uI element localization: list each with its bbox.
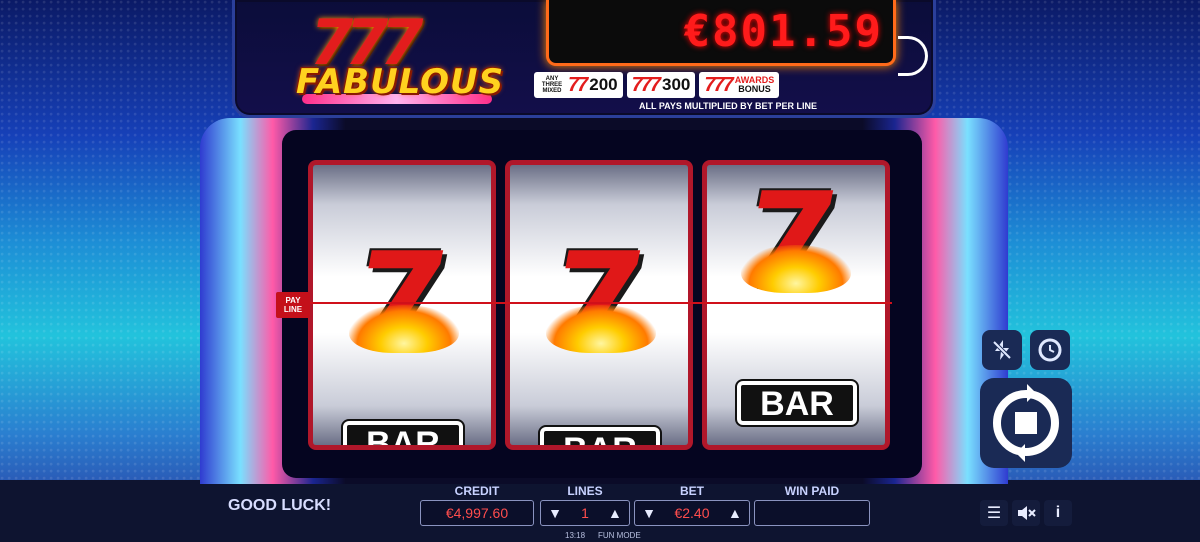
payline-label-1: PAY xyxy=(285,296,301,305)
flame-icon xyxy=(349,305,459,353)
payline-label-2: LINE xyxy=(283,305,303,314)
credit-value: €4,997.60 xyxy=(420,500,534,526)
paytable-triple-sevens: 777 xyxy=(631,73,661,96)
lines-decrease-button[interactable]: ▼ xyxy=(547,505,563,521)
paytable-mixed: ANY THREE MIXED 77 200 xyxy=(534,72,623,98)
win-paid-label: WIN PAID xyxy=(784,484,840,498)
paytable-mixed-value: 200 xyxy=(589,75,618,94)
mode-label: FUN MODE xyxy=(598,531,641,540)
bet-increase-button[interactable]: ▲ xyxy=(727,505,743,521)
bet-decrease-button[interactable]: ▼ xyxy=(641,505,657,521)
lines-label: LINES xyxy=(567,484,603,498)
bet-value: €2.40 xyxy=(674,505,710,521)
paytable-bonus-label: AWARDS BONUS xyxy=(735,76,775,94)
reel-3: 7 BAR xyxy=(702,160,890,450)
paytable-triple-value: 300 xyxy=(662,75,691,94)
win-paid-value xyxy=(754,500,870,526)
paytable-bonus-sevens: 777 xyxy=(704,73,733,96)
reel-2: 7 BAR xyxy=(505,160,693,450)
reel-3-bar-symbol: BAR xyxy=(737,381,857,425)
sound-button[interactable] xyxy=(1012,500,1040,526)
reel-1: 7 BAR xyxy=(308,160,496,450)
bet-stepper: ▼ €2.40 ▲ xyxy=(634,500,750,526)
flame-icon xyxy=(546,305,656,353)
lines-stepper: ▼ 1 ▲ xyxy=(540,500,630,526)
game-logo: 777 FABULOUS xyxy=(296,6,505,110)
lines-value: 1 xyxy=(581,505,589,521)
paytable-bonus: 777 AWARDS BONUS xyxy=(699,72,780,98)
menu-icon: ☰ xyxy=(986,505,1002,522)
paytable-mixed-sevens: 77 xyxy=(568,73,588,96)
reel-1-bar-symbol: BAR xyxy=(343,421,463,445)
sound-muted-icon xyxy=(1018,506,1036,520)
autoplay-icon xyxy=(1038,338,1062,362)
lines-increase-button[interactable]: ▲ xyxy=(607,505,623,521)
spin-button[interactable] xyxy=(980,378,1072,468)
pays-note: ALL PAYS MULTIPLIED BY BET PER LINE xyxy=(638,101,818,111)
flame-icon xyxy=(741,245,851,293)
jackpot-value: €801.59 xyxy=(683,6,883,57)
reel-2-bar-symbol: BAR xyxy=(540,427,660,445)
paytable-triple: 777 300 xyxy=(626,72,696,98)
bet-label: BET xyxy=(680,484,704,498)
info-icon: i xyxy=(1055,504,1061,521)
autoplay-button[interactable] xyxy=(1030,330,1070,370)
paytable-mixed-note: ANY THREE MIXED xyxy=(541,76,563,94)
jackpot-display: €801.59 xyxy=(546,0,896,66)
payline xyxy=(296,302,892,304)
paytable: ANY THREE MIXED 77 200 777 300 777 AWARD… xyxy=(534,72,922,100)
menu-button[interactable]: ☰ xyxy=(980,500,1008,526)
turbo-button[interactable] xyxy=(982,330,1022,370)
logo-text: FABULOUS xyxy=(296,62,505,102)
clock: 13:18 xyxy=(565,531,586,540)
info-button[interactable]: i xyxy=(1044,500,1072,526)
paytable-bonus-label-2: BONUS xyxy=(738,84,771,94)
payline-tag: PAY LINE xyxy=(276,292,310,318)
credit-label: CREDIT xyxy=(454,484,500,498)
spin-icon xyxy=(993,384,1059,462)
lightning-off-icon xyxy=(992,340,1012,360)
status-message: GOOD LUCK! xyxy=(228,497,332,514)
